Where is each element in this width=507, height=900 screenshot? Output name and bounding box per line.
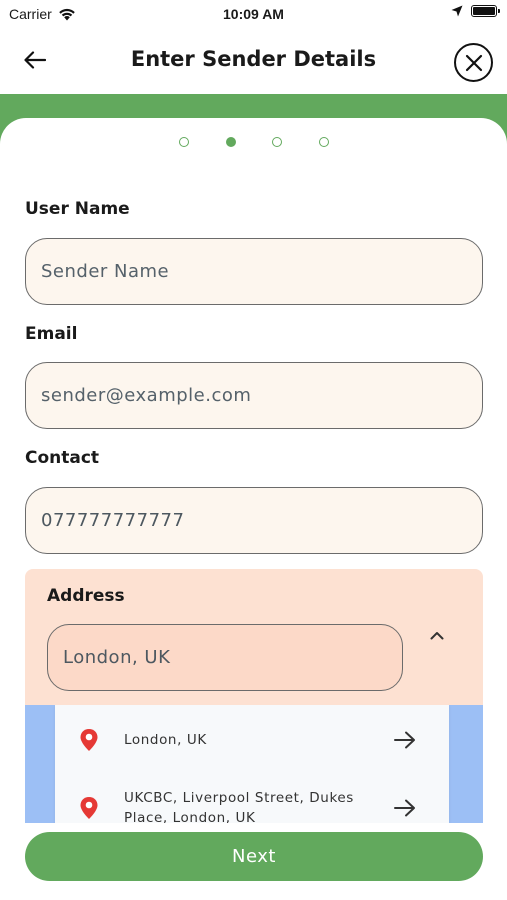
location-pin-icon [80,797,98,819]
contact-input[interactable] [25,487,483,554]
arrow-right-icon [394,731,415,749]
address-section: Address [25,569,483,705]
email-input[interactable] [25,362,483,429]
header: Enter Sender Details [0,28,507,94]
address-input[interactable] [47,624,403,691]
location-pin-icon [80,729,98,751]
close-icon [465,54,482,71]
status-bar: Carrier 10:09 AM [0,0,507,28]
address-suggestions: London, UK UKCBC, Liverpool Street, Duke… [25,705,483,823]
collapse-address-button[interactable] [425,625,449,645]
step-indicator [0,137,507,147]
next-button[interactable]: Next [25,832,483,881]
status-time: 10:09 AM [223,6,284,22]
status-right [451,5,500,17]
step-dot-4 [319,137,329,147]
suggestion-item[interactable]: London, UK [55,711,449,769]
step-dot-3 [272,137,282,147]
contact-label: Contact [25,448,100,468]
user-name-input[interactable] [25,238,483,305]
suggestion-text: UKCBC, Liverpool Street, Dukes Place, Lo… [124,790,354,823]
suggestion-item[interactable]: UKCBC, Liverpool Street, Dukes Place, Lo… [55,779,449,823]
battery-icon [471,5,500,17]
arrow-right-icon [394,799,415,817]
step-dot-2 [226,137,236,147]
step-dot-1 [179,137,189,147]
chevron-up-icon [430,631,444,639]
address-label: Address [47,586,125,606]
location-arrow-icon [451,5,463,17]
close-button[interactable] [454,43,493,82]
page-title: Enter Sender Details [130,47,377,71]
email-label: Email [25,324,78,344]
user-name-label: User Name [25,199,130,219]
suggestion-text: London, UK [124,732,207,748]
suggestion-list: London, UK UKCBC, Liverpool Street, Duke… [55,705,449,823]
